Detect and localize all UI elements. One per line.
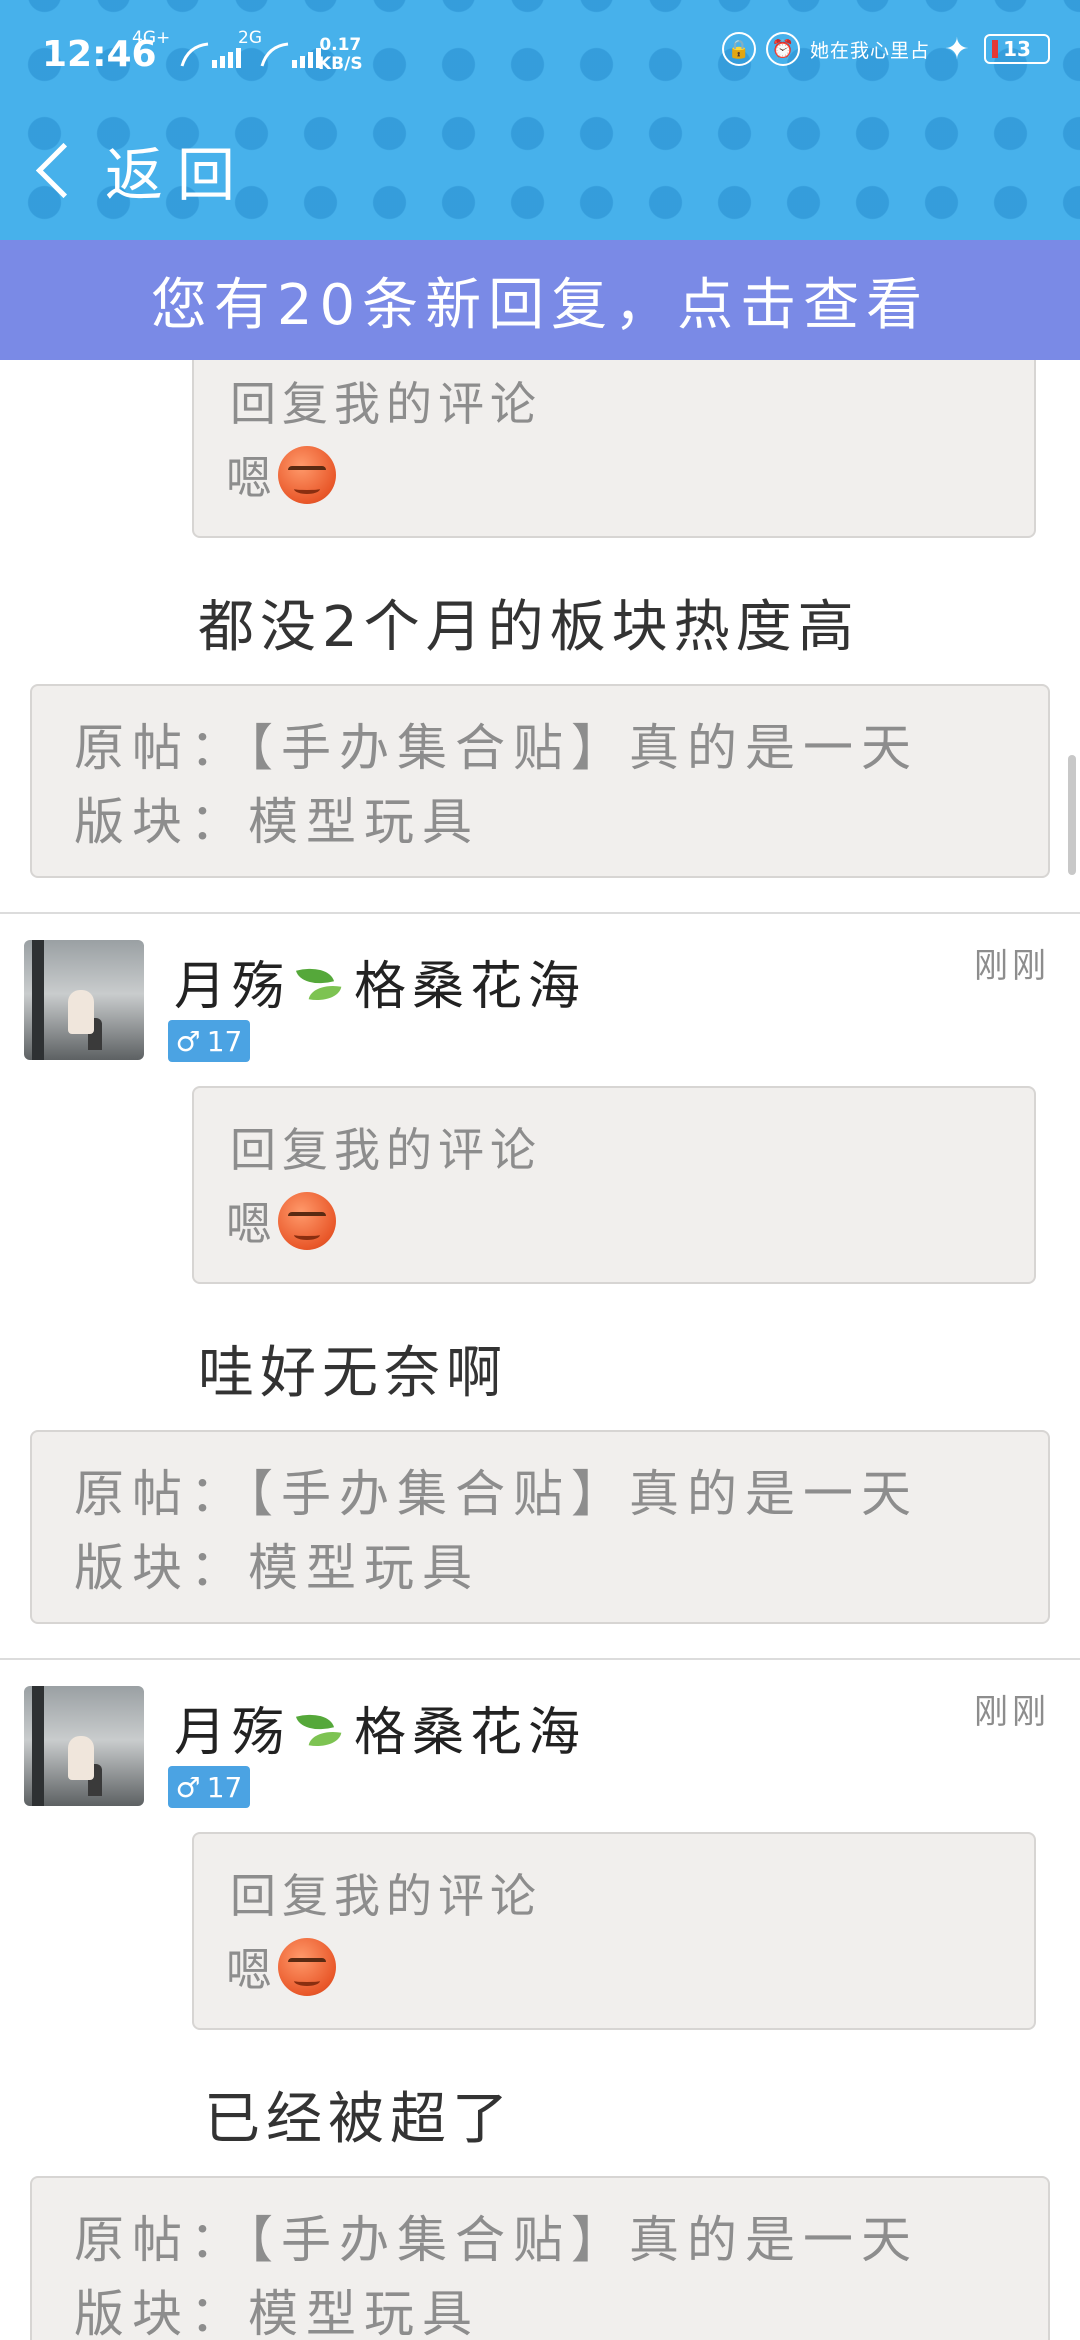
user-level: 17: [206, 1024, 243, 1058]
tooth-icon: ✦: [944, 31, 970, 67]
username-part1: 月殇: [174, 957, 291, 1017]
quoted-comment-text: 嗯: [226, 451, 272, 505]
username-part1: 月殇: [174, 1703, 291, 1763]
user-level: 17: [206, 1770, 243, 1804]
avatar[interactable]: [24, 940, 144, 1060]
leaf-icon: [294, 1706, 350, 1750]
alarm-icon: ⏰: [765, 32, 800, 66]
network-speed-value: 0.17: [319, 35, 362, 55]
battery-icon: 13: [984, 34, 1050, 64]
quoted-comment: 回复我的评论 嗯: [192, 360, 1036, 538]
gender-level-badge: ♂ 17: [168, 1766, 250, 1808]
scrollbar[interactable]: [1068, 755, 1076, 875]
username[interactable]: 月殇 格桑花海: [174, 944, 586, 1019]
lock-icon: 🔒: [721, 32, 756, 66]
quoted-comment-body: 嗯: [226, 1934, 336, 2000]
item-divider: [0, 1658, 1080, 1660]
original-post-board: 版块：模型玩具: [74, 793, 480, 851]
network-speed-unit: KB/S: [318, 54, 363, 74]
status-marquee: 她在我心里占: [809, 39, 930, 62]
username-part2: 格桑花海: [354, 1703, 587, 1763]
reply-feed: 回复我的评论 嗯 都没2个月的板块热度高 原帖：【手办集合贴】真的是一天 版块：…: [0, 360, 1080, 2340]
status-right-icons: 🔒 ⏰ 她在我心里占 ✦ 13: [721, 31, 1050, 67]
avatar[interactable]: [24, 1686, 144, 1806]
original-post-title: 原帖：【手办集合贴】真的是一天: [74, 719, 919, 777]
gender-level-badge: ♂ 17: [168, 1020, 250, 1062]
item-divider: [0, 912, 1080, 914]
male-icon: ♂: [175, 1024, 201, 1058]
original-post-title: 原帖：【手办集合贴】真的是一天: [74, 1465, 919, 1523]
network-speed: 0.17 KB/S: [318, 36, 363, 74]
new-replies-banner[interactable]: 您有20条新回复，点击查看: [0, 240, 1080, 360]
original-post-card[interactable]: 原帖：【手办集合贴】真的是一天 版块：模型玩具: [30, 1430, 1050, 1624]
reply-text: 哇好无奈啊: [198, 1341, 508, 1406]
quoted-comment-body: 嗯: [226, 1188, 336, 1254]
quoted-comment: 回复我的评论 嗯: [192, 1086, 1036, 1284]
male-icon: ♂: [175, 1770, 201, 1804]
original-post-board: 版块：模型玩具: [74, 1539, 480, 1597]
reply-text: 都没2个月的板块热度高: [198, 595, 860, 660]
reply-time: 刚刚: [974, 1692, 1050, 1732]
quoted-comment-text: 嗯: [226, 1197, 272, 1251]
battery-low-indicator: [992, 40, 998, 58]
original-post-card[interactable]: 原帖：【手办集合贴】真的是一天 版块：模型玩具: [30, 2176, 1050, 2340]
smirk-emoji-icon: [278, 446, 336, 504]
quoted-comment-title: 回复我的评论: [230, 1123, 542, 1177]
smirk-emoji-icon: [278, 1192, 336, 1250]
reply-time: 刚刚: [974, 946, 1050, 986]
quoted-comment-body: 嗯: [226, 442, 336, 508]
username-part2: 格桑花海: [354, 957, 587, 1017]
original-post-title: 原帖：【手办集合贴】真的是一天: [74, 2211, 919, 2269]
quoted-comment-title: 回复我的评论: [230, 1869, 542, 1923]
quoted-comment: 回复我的评论 嗯: [192, 1832, 1036, 2030]
nav-bar: 返回: [0, 120, 249, 220]
original-post-card[interactable]: 原帖：【手办集合贴】真的是一天 版块：模型玩具: [30, 684, 1050, 878]
back-button[interactable]: 返回: [0, 128, 249, 212]
chevron-left-icon: [35, 142, 92, 198]
original-post-board: 版块：模型玩具: [74, 2285, 480, 2340]
network-type-1: 4G+: [132, 28, 171, 48]
smirk-emoji-icon: [278, 1938, 336, 1996]
battery-level: 13: [1003, 37, 1031, 61]
quoted-comment-title: 回复我的评论: [230, 377, 542, 431]
status-bar: 12:46 4G+ 2G 0.17 KB/S 🔒 ⏰ 她在我心里占 ✦ 13: [0, 0, 1080, 110]
back-label: 返回: [105, 141, 250, 209]
quoted-comment-text: 嗯: [226, 1943, 272, 1997]
app-header: 12:46 4G+ 2G 0.17 KB/S 🔒 ⏰ 她在我心里占 ✦ 13 返…: [0, 0, 1080, 240]
leaf-icon: [294, 960, 350, 1004]
username[interactable]: 月殇 格桑花海: [174, 1690, 586, 1765]
reply-text: 已经被超了: [204, 2087, 514, 2152]
